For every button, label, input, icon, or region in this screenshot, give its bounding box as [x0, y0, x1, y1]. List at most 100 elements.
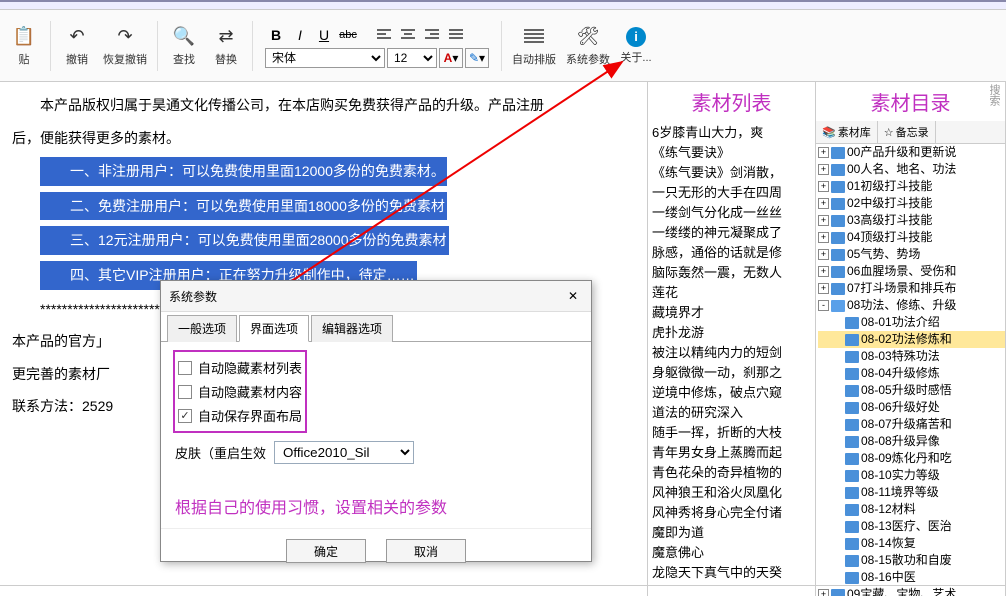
font-size-select[interactable]: 12 — [387, 48, 437, 68]
system-params-button[interactable]: 🛠 系统参数 — [562, 18, 614, 73]
tree-row[interactable]: 08-04升级修炼 — [818, 365, 1005, 382]
tree-row[interactable]: 08-06升级好处 — [818, 399, 1005, 416]
tree-row[interactable]: 08-05升级时感悟 — [818, 382, 1005, 399]
list-item[interactable]: 一只无形的大手在四周 — [652, 183, 811, 203]
tree-row[interactable]: +07打斗场景和排兵布 — [818, 280, 1005, 297]
font-color-button[interactable]: A▾ — [439, 48, 463, 68]
tree-row[interactable]: 08-13医疗、医治 — [818, 518, 1005, 535]
list-item[interactable]: 风神秀将身心完全付诸 — [652, 503, 811, 523]
redo-button[interactable]: ↷ 恢复撤销 — [99, 18, 151, 73]
list-item[interactable]: 脑际轰然一震，无数人 — [652, 263, 811, 283]
tree-row[interactable]: 08-15散功和自废 — [818, 552, 1005, 569]
list-item[interactable]: 逆境中修炼，破点穴窥 — [652, 383, 811, 403]
list-item[interactable]: 身躯微微一动，刹那之 — [652, 363, 811, 383]
list-item[interactable]: 《练气要诀》 — [652, 143, 811, 163]
paste-button[interactable]: 📋 贴 — [4, 18, 44, 73]
replace-button[interactable]: ⇄ 替换 — [206, 18, 246, 73]
close-icon[interactable]: ✕ — [563, 286, 583, 306]
align-left-button[interactable] — [373, 24, 395, 46]
tree-toggle-icon[interactable]: + — [818, 589, 829, 596]
material-tree[interactable]: +00产品升级和更新说+00人名、地名、功法+01初级打斗技能+02中级打斗技能… — [816, 144, 1005, 596]
list-item[interactable]: 被注以精纯内力的短剑 — [652, 343, 811, 363]
tree-toggle-icon[interactable]: + — [818, 147, 829, 158]
tree-row[interactable]: 08-12材料 — [818, 501, 1005, 518]
tab-editor[interactable]: 编辑器选项 — [311, 315, 393, 342]
list-item[interactable]: 魔意佛心 — [652, 543, 811, 563]
tree-row[interactable]: +02中级打斗技能 — [818, 195, 1005, 212]
list-item[interactable]: 6岁膝青山大力，爽 — [652, 123, 811, 143]
auto-layout-icon — [522, 25, 546, 49]
list-item[interactable]: 魔即为道 — [652, 523, 811, 543]
align-center-button[interactable] — [397, 24, 419, 46]
search-input[interactable]: 搜索 — [986, 84, 1006, 106]
undo-button[interactable]: ↶ 撤销 — [57, 18, 97, 73]
tree-toggle-icon[interactable]: + — [818, 181, 829, 192]
chk-hide-list[interactable] — [178, 361, 192, 375]
list-item[interactable]: 脉感，通俗的话就是修 — [652, 243, 811, 263]
skin-select[interactable]: Office2010_Sil — [274, 441, 414, 464]
tree-toggle-icon[interactable]: + — [818, 283, 829, 294]
tree-toggle-icon[interactable]: + — [818, 232, 829, 243]
redo-icon: ↷ — [113, 25, 137, 49]
tree-row[interactable]: 08-02功法修炼和 — [818, 331, 1005, 348]
tree-row[interactable]: 08-03特殊功法 — [818, 348, 1005, 365]
tree-row[interactable]: 08-08升级异像 — [818, 433, 1005, 450]
tree-row[interactable]: +03高级打斗技能 — [818, 212, 1005, 229]
list-item[interactable]: 虎扑龙游 — [652, 323, 811, 343]
about-button[interactable]: i 关于... — [616, 18, 656, 73]
cancel-button[interactable]: 取消 — [386, 539, 466, 563]
tree-row[interactable]: +04顶级打斗技能 — [818, 229, 1005, 246]
list-item[interactable]: 《练气要诀》剑消散， — [652, 163, 811, 183]
tree-row[interactable]: +09宝藏、宝物、艺术 — [818, 586, 1005, 596]
tree-row[interactable]: +06血腥场景、受伤和 — [818, 263, 1005, 280]
list-item[interactable]: 藏境界才 — [652, 303, 811, 323]
list-item[interactable]: 风神狼王和浴火凤凰化 — [652, 483, 811, 503]
list-item[interactable]: 一缕缕的神元凝聚成了 — [652, 223, 811, 243]
tree-toggle-icon[interactable]: + — [818, 198, 829, 209]
list-item[interactable]: 道法的研究深入 — [652, 403, 811, 423]
folder-icon — [845, 555, 859, 567]
list-item[interactable]: 青年男女身上蒸腾而起 — [652, 443, 811, 463]
strike-button[interactable]: abc — [337, 24, 359, 46]
bold-button[interactable]: B — [265, 24, 287, 46]
chk-hide-content[interactable] — [178, 385, 192, 399]
tree-row[interactable]: 08-07升级痛苦和 — [818, 416, 1005, 433]
underline-button[interactable]: U — [313, 24, 335, 46]
tree-toggle-icon[interactable]: + — [818, 215, 829, 226]
font-name-select[interactable]: 宋体 — [265, 48, 385, 68]
align-justify-button[interactable] — [445, 24, 467, 46]
list-item[interactable]: 一缕剑气分化成一丝丝 — [652, 203, 811, 223]
list-item[interactable]: 随手一挥，折断的大枝 — [652, 423, 811, 443]
auto-layout-button[interactable]: 自动排版 — [508, 18, 560, 73]
tree-row[interactable]: 08-11境界等级 — [818, 484, 1005, 501]
tree-row[interactable]: -08功法、修练、升级 — [818, 297, 1005, 314]
material-list[interactable]: 6岁膝青山大力，爽《练气要诀》《练气要诀》剑消散，一只无形的大手在四周一缕剑气分… — [648, 121, 815, 596]
list-item[interactable]: 青色花朵的奇异植物的 — [652, 463, 811, 483]
tab-ui[interactable]: 界面选项 — [239, 315, 309, 342]
tree-toggle-icon[interactable]: + — [818, 266, 829, 277]
tab-library[interactable]: 📚素材库 — [816, 121, 878, 143]
tree-row[interactable]: 08-09炼化丹和吃 — [818, 450, 1005, 467]
tree-row[interactable]: +00产品升级和更新说 — [818, 144, 1005, 161]
tree-row[interactable]: 08-16中医 — [818, 569, 1005, 586]
align-right-button[interactable] — [421, 24, 443, 46]
tree-toggle-icon[interactable]: - — [818, 300, 829, 311]
dialog-titlebar[interactable]: 系统参数 ✕ — [161, 281, 591, 312]
tab-memo[interactable]: ☆备忘录 — [878, 121, 936, 143]
tree-row[interactable]: +01初级打斗技能 — [818, 178, 1005, 195]
tree-row[interactable]: +00人名、地名、功法 — [818, 161, 1005, 178]
italic-button[interactable]: I — [289, 24, 311, 46]
chk-save-layout[interactable]: ✓ — [178, 409, 192, 423]
tree-row[interactable]: 08-14恢复 — [818, 535, 1005, 552]
find-button[interactable]: 🔍 查找 — [164, 18, 204, 73]
tab-general[interactable]: 一般选项 — [167, 315, 237, 342]
tree-row[interactable]: 08-10实力等级 — [818, 467, 1005, 484]
tree-toggle-icon[interactable]: + — [818, 164, 829, 175]
ok-button[interactable]: 确定 — [286, 539, 366, 563]
tree-toggle-icon[interactable]: + — [818, 249, 829, 260]
highlight-color-button[interactable]: ✎▾ — [465, 48, 489, 68]
tree-row[interactable]: 08-01功法介绍 — [818, 314, 1005, 331]
list-item[interactable]: 莲花 — [652, 283, 811, 303]
tree-row[interactable]: +05气势、势场 — [818, 246, 1005, 263]
list-item[interactable]: 龙隐天下真气中的天癸 — [652, 563, 811, 583]
